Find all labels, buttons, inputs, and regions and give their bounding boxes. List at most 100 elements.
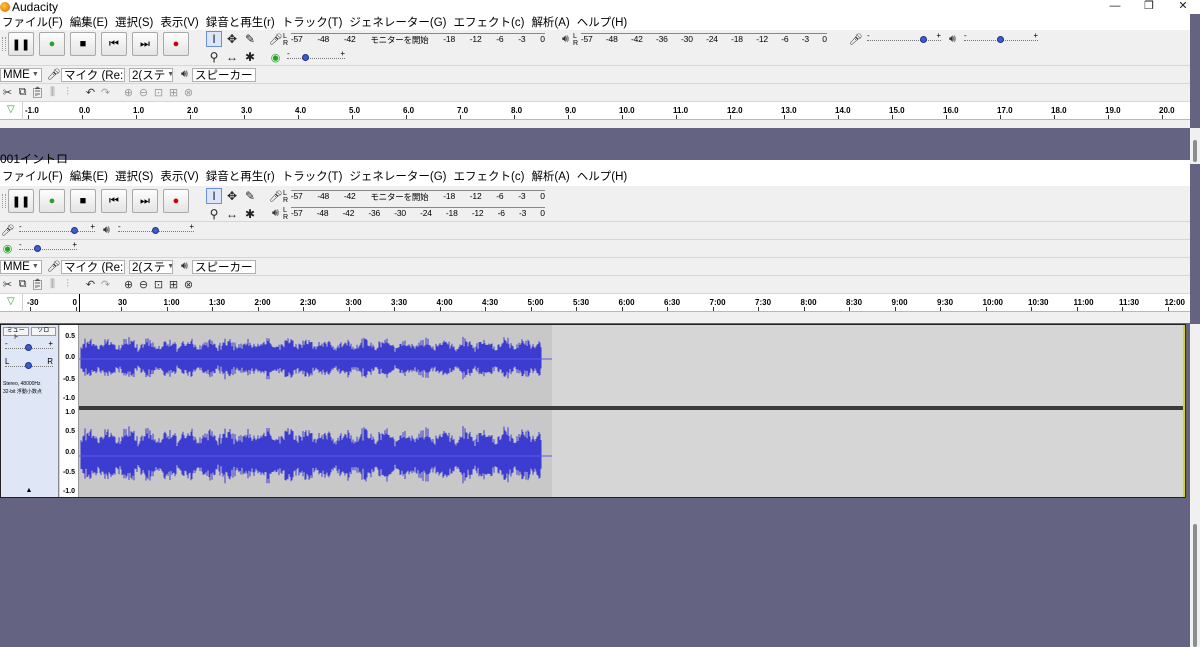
close-icon[interactable]: ✕ (1166, 0, 1200, 12)
menu-effect[interactable]: エフェクト(c) (452, 14, 530, 30)
pause-button[interactable]: ❚❚ (8, 189, 34, 213)
skip-end-button[interactable]: ⏭ (132, 32, 158, 56)
playback-device-select[interactable]: スピーカー (▼ (192, 259, 256, 274)
skip-end-button[interactable]: ⏭ (132, 189, 158, 213)
undo-icon[interactable]: ↶ (83, 277, 98, 292)
cut-icon[interactable]: ✂ (0, 85, 15, 100)
copy-icon[interactable]: ⧉ (15, 277, 30, 292)
fit-selection-icon[interactable]: ⊡ (151, 85, 166, 100)
slider-knob[interactable] (997, 35, 1004, 43)
channels-select[interactable]: 2(ステ▼ (129, 67, 173, 82)
record-volume-slider[interactable]: - + (867, 31, 941, 46)
paste-icon[interactable]: 📋︎ (30, 277, 45, 292)
recording-device-select[interactable]: マイク (Re:▼ (61, 259, 125, 274)
play-speed-slider[interactable]: - + (19, 240, 77, 255)
zoom-out-icon[interactable]: ⊖ (136, 277, 151, 292)
pause-button[interactable]: ❚❚ (8, 32, 34, 56)
zoom-in-icon[interactable]: ⊕ (121, 277, 136, 292)
menu-select[interactable]: 選択(S) (113, 14, 158, 30)
menu-tracks[interactable]: トラック(T) (280, 14, 348, 30)
draw-tool-icon[interactable]: ✎ (242, 31, 258, 47)
silence-icon[interactable]: ⫶ (60, 277, 75, 292)
record-button[interactable]: ● (163, 189, 189, 213)
paste-icon[interactable]: 📋︎ (30, 85, 45, 100)
play-head-icon[interactable]: ▽ (7, 104, 15, 115)
menu-transport[interactable]: 録音と再生(r) (204, 168, 280, 184)
play-meter-top[interactable]: 🔊︎ LR -57 -48 -42 -36 -30 -24 -18 -12 -6… (558, 32, 827, 47)
play-head-icon[interactable]: ▽ (7, 296, 15, 307)
trim-icon[interactable]: ⫼ (45, 85, 60, 100)
slider-knob[interactable] (920, 35, 927, 43)
skip-start-button[interactable]: ⏮ (101, 189, 127, 213)
menu-generate[interactable]: ジェネレーター(G) (347, 14, 451, 30)
cut-icon[interactable]: ✂ (0, 277, 15, 292)
monitor-start-text[interactable]: モニターを開始 (370, 191, 428, 204)
copy-icon[interactable]: ⧉ (15, 85, 30, 100)
slider-knob[interactable] (34, 244, 41, 252)
selection-tool-icon[interactable]: I (206, 188, 222, 204)
waveform-channel-left[interactable] (79, 325, 1185, 407)
vertical-scrollbar-top[interactable] (1190, 128, 1200, 164)
menu-edit[interactable]: 編集(E) (68, 168, 113, 184)
undo-icon[interactable]: ↶ (83, 85, 98, 100)
gain-slider[interactable]: - + (5, 339, 53, 354)
timeshift-tool-icon[interactable]: ↔ (224, 206, 240, 222)
selection-tool-icon[interactable]: I (206, 31, 222, 47)
play-speed-slider[interactable]: - + (287, 49, 345, 64)
playback-device-select[interactable]: スピーカー (▼ (192, 67, 256, 82)
host-select[interactable]: MME ▼ (0, 259, 42, 274)
slider-knob[interactable] (25, 362, 32, 369)
menu-view[interactable]: 表示(V) (158, 168, 203, 184)
menu-file[interactable]: ファイル(F) (0, 14, 68, 30)
toolbar-grip[interactable] (2, 194, 6, 208)
zoom-toggle-icon[interactable]: ⊗ (181, 85, 196, 100)
timeshift-tool-icon[interactable]: ↔ (224, 49, 240, 65)
stop-button[interactable]: ■ (70, 32, 96, 56)
menu-tracks[interactable]: トラック(T) (280, 168, 348, 184)
mute-button[interactable]: ミュート (3, 327, 29, 341)
redo-icon[interactable]: ↷ (98, 277, 113, 292)
play-volume-slider[interactable]: - + (964, 31, 1038, 46)
silence-icon[interactable]: ⫶ (60, 85, 75, 100)
fit-project-icon[interactable]: ⊞ (166, 85, 181, 100)
pan-slider[interactable]: LR (5, 357, 53, 372)
channels-select[interactable]: 2(ステ▼ (129, 259, 173, 274)
play-volume-slider[interactable]: - + (118, 222, 194, 237)
multi-tool-icon[interactable]: ✱ (242, 49, 258, 65)
slider-knob[interactable] (152, 226, 159, 234)
skip-start-button[interactable]: ⏮ (101, 32, 127, 56)
menu-file[interactable]: ファイル(F) (0, 168, 68, 184)
record-meter-top[interactable]: 🎤︎ LR -57 -48 -42 モニターを開始 -18 -12 -6 -3 … (268, 32, 545, 47)
fit-project-icon[interactable]: ⊞ (166, 277, 181, 292)
timeline-ruler-top[interactable]: ▽ -1.0 0.0 1.0 2.0 3.0 4.0 5.0 6.0 7.0 8.0 9.0 10.0… (0, 102, 1190, 120)
menu-view[interactable]: 表示(V) (158, 14, 203, 30)
monitor-start-text[interactable]: モニターを開始 (370, 34, 428, 47)
menu-effect[interactable]: エフェクト(c) (452, 168, 530, 184)
redo-icon[interactable]: ↷ (98, 85, 113, 100)
host-select[interactable]: MME ▼ (0, 67, 42, 82)
slider-knob[interactable] (25, 344, 32, 351)
record-volume-slider[interactable]: - + (19, 222, 95, 237)
zoom-out-icon[interactable]: ⊖ (136, 85, 151, 100)
toolbar-grip[interactable] (2, 37, 6, 51)
menu-help[interactable]: ヘルプ(H) (575, 168, 632, 184)
play-button[interactable]: ● (39, 189, 65, 213)
record-button[interactable]: ● (163, 32, 189, 56)
zoom-toggle-icon[interactable]: ⊗ (181, 277, 196, 292)
trim-icon[interactable]: ⫼ (45, 277, 60, 292)
menu-analyze[interactable]: 解析(A) (529, 14, 574, 30)
zoom-tool-icon[interactable]: ⚲ (206, 49, 222, 65)
play-at-speed-icon[interactable]: ◉ (0, 241, 15, 256)
envelope-tool-icon[interactable]: ✥ (224, 31, 240, 47)
menu-help[interactable]: ヘルプ(H) (575, 14, 632, 30)
menu-generate[interactable]: ジェネレーター(G) (347, 168, 451, 184)
record-meter[interactable]: 🎤︎ LR -57 -48 -42 モニターを開始 -18 -12 -6 -3 … (268, 189, 545, 204)
vertical-scrollbar[interactable] (1190, 324, 1200, 647)
minimize-icon[interactable]: — (1098, 0, 1132, 12)
play-meter[interactable]: 🔊︎ LR -57 -48 -42 -36 -30 -24 -18 -12 -6… (268, 206, 545, 221)
stop-button[interactable]: ■ (70, 189, 96, 213)
play-button[interactable]: ● (39, 32, 65, 56)
menu-analyze[interactable]: 解析(A) (529, 168, 574, 184)
zoom-tool-icon[interactable]: ⚲ (206, 206, 222, 222)
menu-edit[interactable]: 編集(E) (68, 14, 113, 30)
